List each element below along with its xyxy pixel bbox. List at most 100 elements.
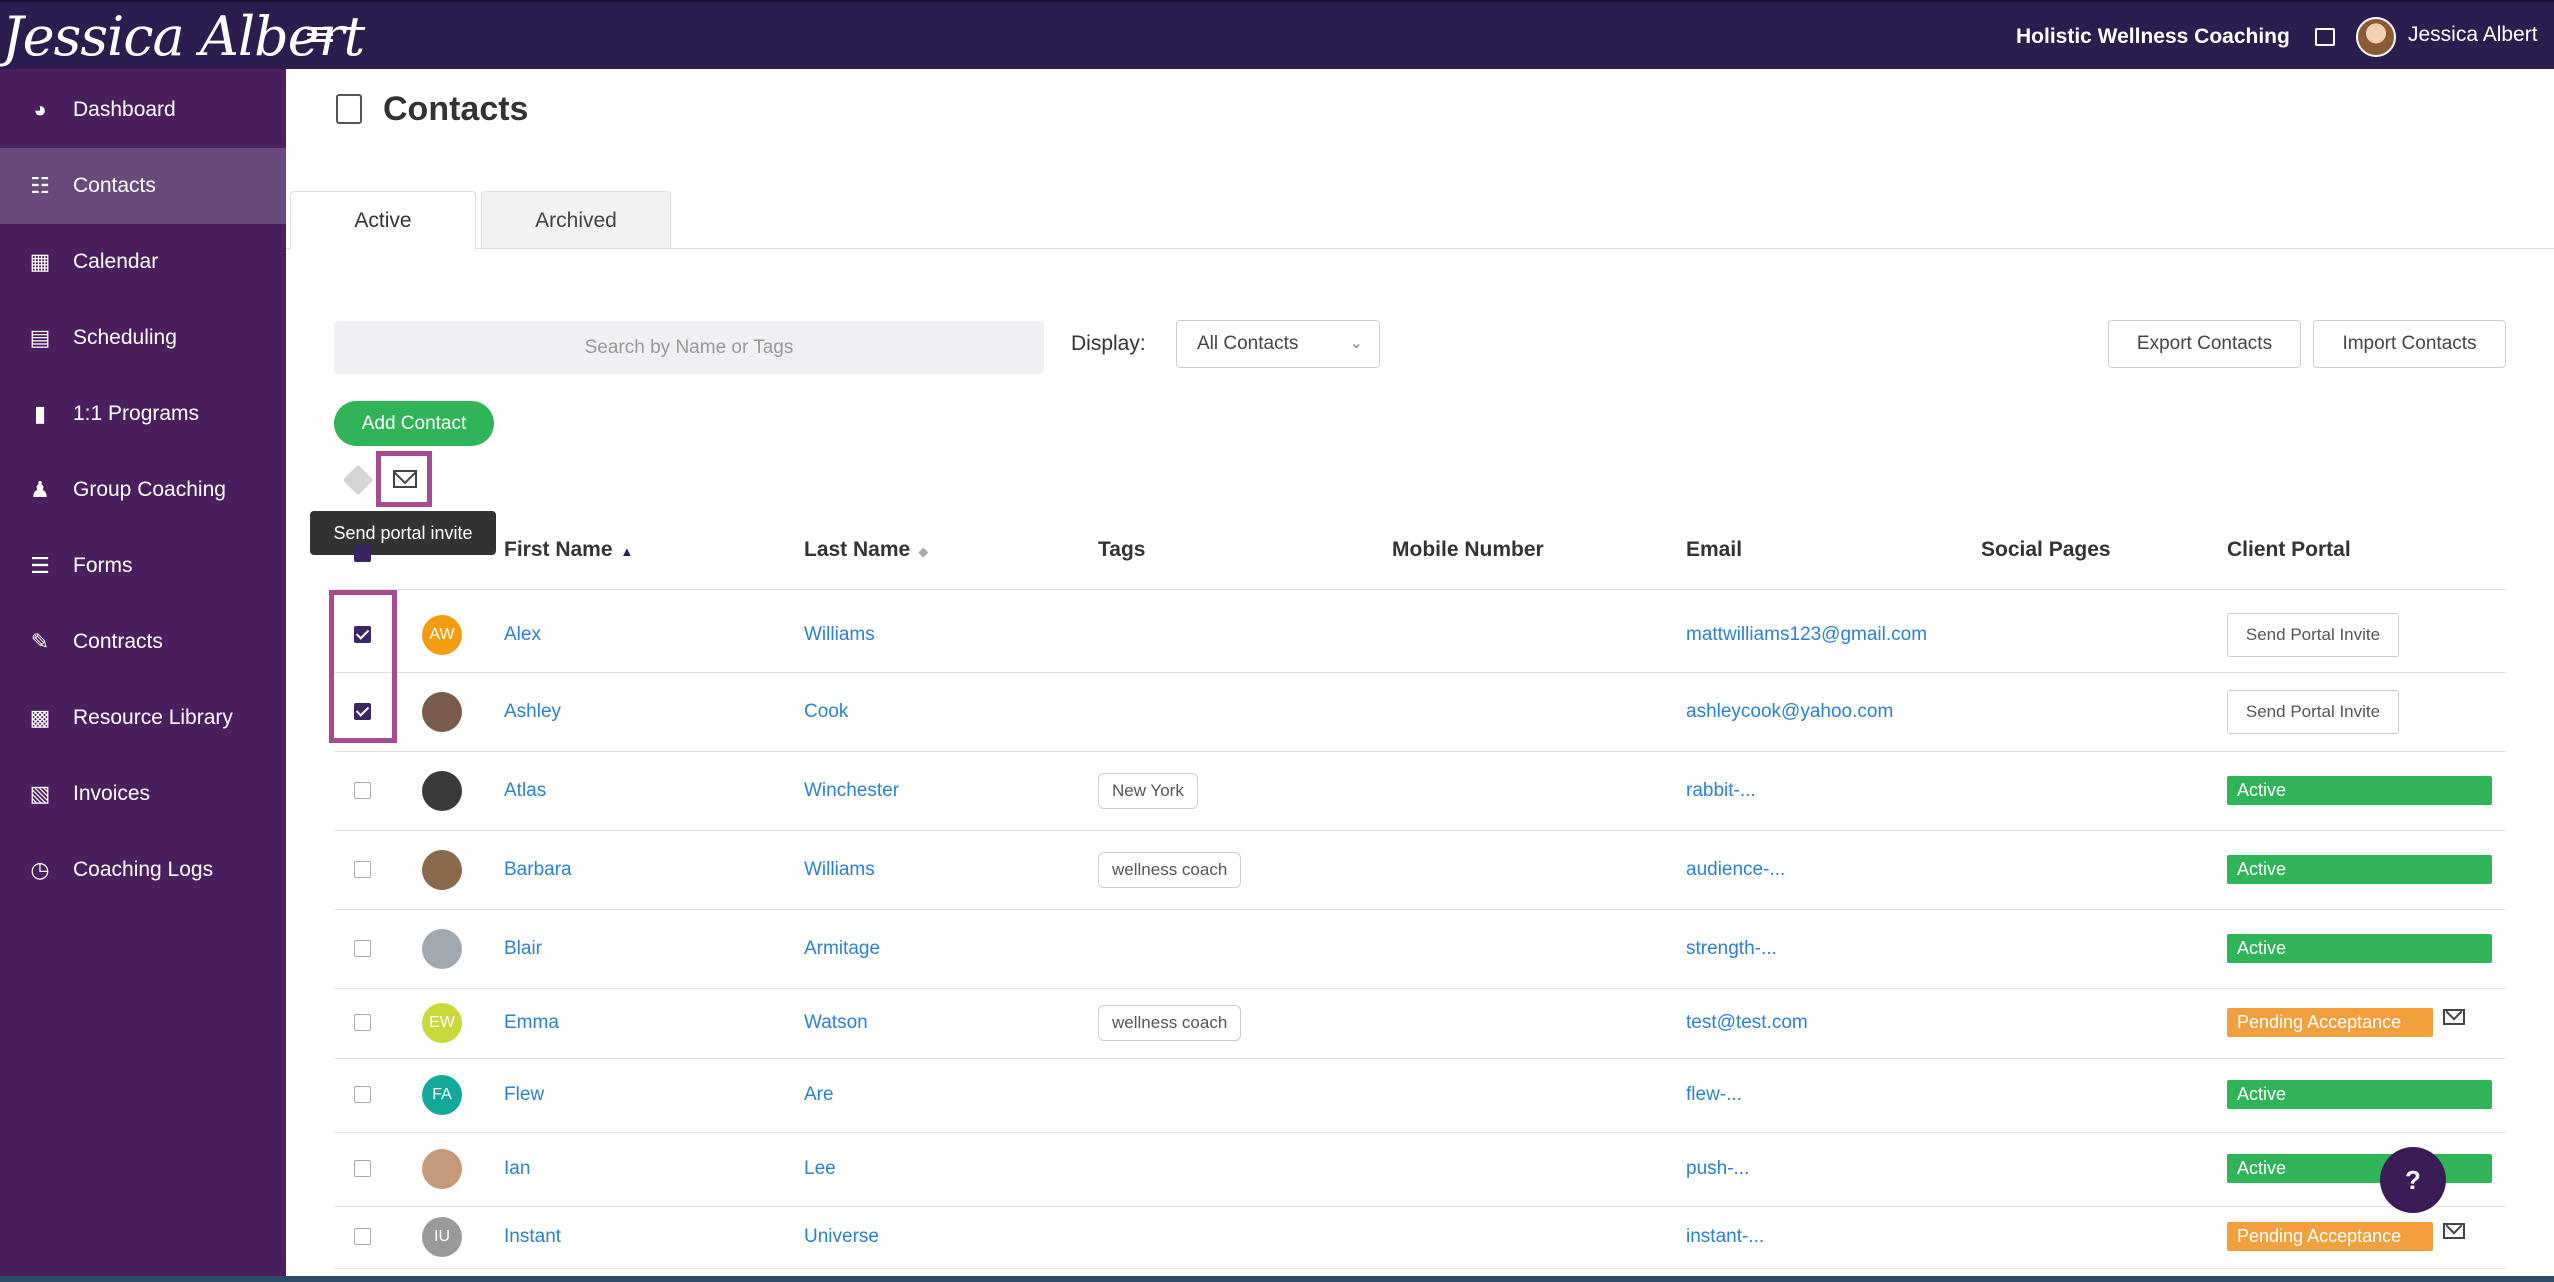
sidebar-item-contracts[interactable]: ✎ Contracts xyxy=(0,604,286,680)
first-name-link[interactable]: Instant xyxy=(504,1226,561,1248)
tooltip: Send portal invite xyxy=(310,511,496,555)
email-link[interactable]: rabbit-... xyxy=(1686,780,1756,802)
header-last-name[interactable]: Last Name ◆ xyxy=(804,538,928,562)
tag-chip[interactable]: wellness coach xyxy=(1098,851,1242,888)
sidebar-item-label: Forms xyxy=(73,554,133,577)
last-name-link[interactable]: Cook xyxy=(804,701,848,723)
row-checkbox[interactable] xyxy=(354,1086,371,1103)
tag-chip[interactable]: New York xyxy=(1098,772,1198,809)
email-link[interactable]: audience-... xyxy=(1686,859,1785,881)
last-name-link[interactable]: Armitage xyxy=(804,938,880,960)
email-link[interactable]: ashleycook@yahoo.com xyxy=(1686,701,1893,723)
invoice-icon: ▧ xyxy=(29,781,51,806)
tag-chip[interactable]: wellness coach xyxy=(1098,1005,1242,1041)
display-select[interactable]: All Contacts ⌄ xyxy=(1176,320,1380,368)
search-input[interactable]: Search by Name or Tags xyxy=(334,321,1044,374)
user-avatar[interactable] xyxy=(2356,17,2396,57)
header-first-name[interactable]: First Name ▲ xyxy=(504,538,633,562)
avatar[interactable] xyxy=(422,849,462,890)
sidebar-item-coaching-logs[interactable]: ◷ Coaching Logs xyxy=(0,832,286,908)
sort-icon: ◆ xyxy=(918,544,929,559)
first-name-link[interactable]: Alex xyxy=(504,624,541,646)
email-link[interactable]: test@test.com xyxy=(1686,1012,1808,1034)
last-name-link[interactable]: Universe xyxy=(804,1226,879,1248)
sidebar-item-label: Invoices xyxy=(73,782,151,805)
import-contacts-button[interactable]: Import Contacts xyxy=(2313,320,2506,368)
resend-invite-mail-icon[interactable] xyxy=(2443,1009,2465,1025)
business-name[interactable]: Holistic Wellness Coaching xyxy=(2016,2,2290,71)
header-social: Social Pages xyxy=(1981,538,2111,561)
last-name-link[interactable]: Watson xyxy=(804,1012,868,1034)
email-link[interactable]: push-... xyxy=(1686,1158,1749,1180)
send-portal-invite-row-button[interactable]: Send Portal Invite xyxy=(2227,612,2399,657)
tab-archived[interactable]: Archived xyxy=(481,191,671,249)
avatar[interactable]: EW xyxy=(422,1003,462,1043)
send-portal-invite-button[interactable] xyxy=(376,451,432,507)
first-name-link[interactable]: Ian xyxy=(504,1158,530,1180)
send-portal-invite-row-button[interactable]: Send Portal Invite xyxy=(2227,689,2399,734)
first-name-link[interactable]: Atlas xyxy=(504,780,546,802)
sidebar-item-calendar[interactable]: ▦ Calendar xyxy=(0,224,286,300)
email-link[interactable]: instant-... xyxy=(1686,1226,1764,1248)
last-name-link[interactable]: Are xyxy=(804,1084,834,1106)
row-divider xyxy=(334,909,2506,910)
sidebar-item-1-1-programs[interactable]: ▮ 1:1 Programs xyxy=(0,376,286,452)
last-name-link[interactable]: Williams xyxy=(804,859,875,881)
sidebar-item-scheduling[interactable]: ▤ Scheduling xyxy=(0,300,286,376)
row-checkbox[interactable] xyxy=(354,1014,371,1031)
first-name-link[interactable]: Flew xyxy=(504,1084,544,1106)
calendar-icon: ▦ xyxy=(29,249,51,274)
selection-highlight xyxy=(329,590,397,743)
last-name-link[interactable]: Williams xyxy=(804,624,875,646)
avatar[interactable]: FA xyxy=(422,1075,462,1115)
mail-icon xyxy=(393,470,417,488)
help-button[interactable]: ? xyxy=(2380,1147,2446,1213)
menu-toggle-icon[interactable] xyxy=(307,24,333,50)
portal-status-badge: Active xyxy=(2227,854,2492,884)
chevron-down-icon: ⌄ xyxy=(1349,335,1363,352)
row-checkbox[interactable] xyxy=(354,860,371,878)
row-checkbox[interactable] xyxy=(354,939,371,957)
first-name-link[interactable]: Barbara xyxy=(504,859,572,881)
top-bar: Jessica Albert Holistic Wellness Coachin… xyxy=(0,0,2554,69)
sidebar-item-dashboard[interactable]: ◕ Dashboard xyxy=(0,72,286,148)
email-link[interactable]: flew-... xyxy=(1686,1084,1742,1106)
sidebar-item-label: 1:1 Programs xyxy=(73,402,200,425)
tab-active[interactable]: Active xyxy=(290,191,476,250)
avatar[interactable]: IU xyxy=(422,1217,462,1257)
sidebar-item-group-coaching[interactable]: ♟ Group Coaching xyxy=(0,452,286,528)
business-switch-icon[interactable] xyxy=(2315,28,2335,46)
sidebar: ◕ Dashboard ☷ Contacts ▦ Calendar ▤ Scheduling ▮… xyxy=(0,69,286,1282)
sidebar-item-resource-library[interactable]: ▩ Resource Library xyxy=(0,680,286,756)
select-all-checkbox[interactable] xyxy=(354,545,371,562)
avatar[interactable] xyxy=(422,928,462,969)
portal-status-badge: Pending Acceptance xyxy=(2227,1222,2433,1251)
row-checkbox[interactable] xyxy=(354,1160,371,1177)
row-divider xyxy=(334,1132,2506,1133)
row-checkbox[interactable] xyxy=(354,1228,371,1245)
avatar[interactable] xyxy=(422,1149,462,1189)
email-link[interactable]: strength-... xyxy=(1686,938,1777,960)
first-name-link[interactable]: Ashley xyxy=(504,701,561,723)
first-name-link[interactable]: Blair xyxy=(504,938,542,960)
export-contacts-button[interactable]: Export Contacts xyxy=(2108,320,2301,368)
last-name-link[interactable]: Winchester xyxy=(804,780,899,802)
resend-invite-mail-icon[interactable] xyxy=(2443,1223,2465,1239)
row-checkbox[interactable] xyxy=(354,781,371,799)
email-link[interactable]: mattwilliams123@gmail.com xyxy=(1686,624,1927,646)
sidebar-item-contacts[interactable]: ☷ Contacts xyxy=(0,148,286,224)
sidebar-item-invoices[interactable]: ▧ Invoices xyxy=(0,756,286,832)
first-name-link[interactable]: Emma xyxy=(504,1012,559,1034)
user-name[interactable]: Jessica Albert xyxy=(2408,2,2538,68)
dashboard-icon: ◕ xyxy=(33,97,47,122)
sidebar-item-forms[interactable]: ☰ Forms xyxy=(0,528,286,604)
avatar[interactable]: AW xyxy=(422,614,462,655)
avatar[interactable] xyxy=(422,770,462,811)
page-title: Contacts xyxy=(383,90,529,128)
add-contact-button[interactable]: Add Contact xyxy=(334,401,494,446)
avatar[interactable] xyxy=(422,691,462,732)
header-tags: Tags xyxy=(1098,538,1146,561)
sidebar-item-label: Scheduling xyxy=(73,326,177,349)
last-name-link[interactable]: Lee xyxy=(804,1158,836,1180)
sort-asc-icon: ▲ xyxy=(620,544,634,559)
